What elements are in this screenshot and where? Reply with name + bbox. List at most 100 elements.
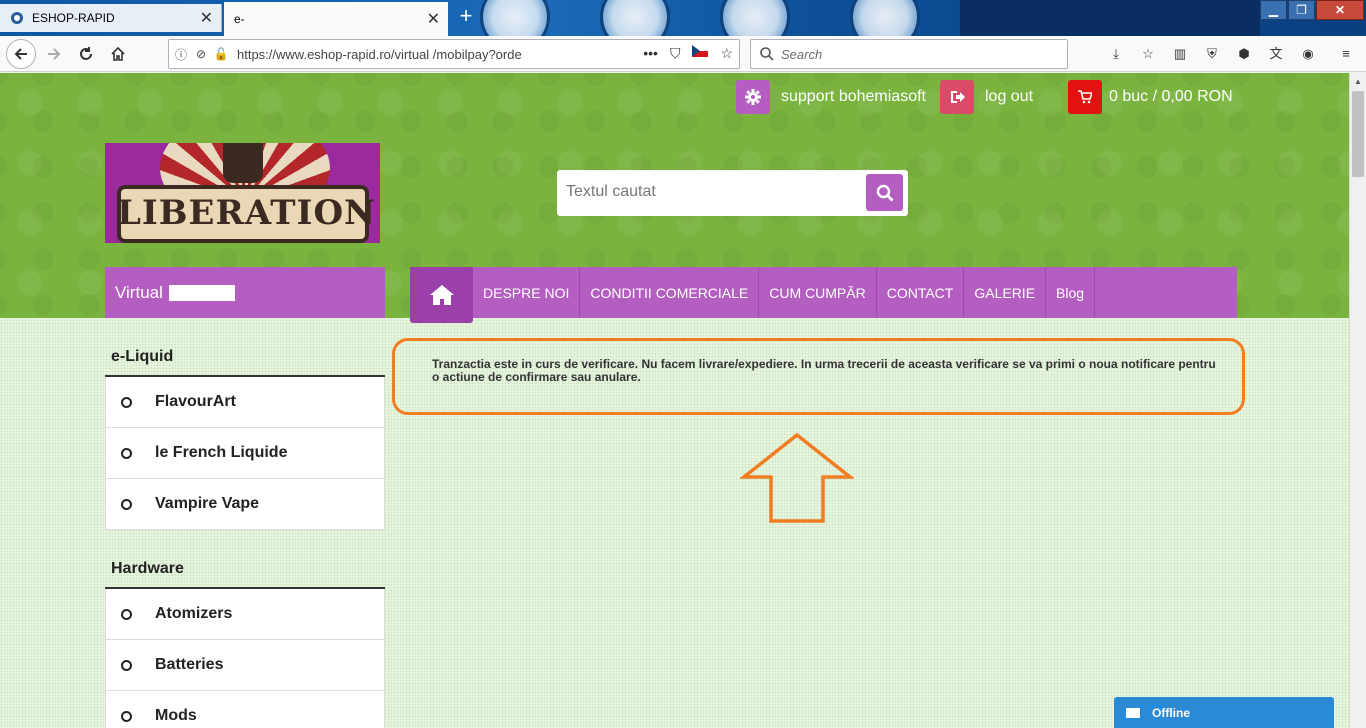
nav-conditii-comerciale[interactable]: CONDITII COMERCIALE [580, 267, 760, 318]
address-bar[interactable]: ⓘ ⊘ 🔓 https://www.eshop-rapid.ro/virtual… [168, 39, 740, 69]
tab-title: e- [234, 12, 245, 26]
gear-icon [736, 80, 770, 114]
category-dropdown[interactable]: Virtual [105, 267, 385, 318]
download-icon[interactable]: ⤓ [1106, 44, 1126, 64]
sidebar-item-label: Batteries [155, 656, 224, 673]
browser-tab-bar: ESHOP-RAPID ✕ e- ✕ + ▁ ❐ ✕ [0, 0, 1366, 36]
sidebar-list-e-liquid: FlavourArt le French Liquide Vampire Vap… [105, 375, 385, 530]
new-tab-button[interactable]: + [456, 4, 476, 30]
back-button[interactable] [6, 39, 36, 69]
bullet-icon [121, 396, 132, 408]
chat-widget[interactable]: Offline [1114, 697, 1334, 728]
sidebar-item-label: FlavourArt [155, 393, 236, 410]
sidebar-item-label: Vampire Vape [155, 495, 260, 512]
reload-icon [80, 47, 92, 60]
ublock-icon[interactable]: ⛨ [1202, 44, 1222, 64]
cart-link[interactable]: 0 buc / 0,00 RON [1068, 80, 1233, 114]
scrollbar-thumb[interactable] [1352, 91, 1364, 177]
tab-title: ESHOP-RAPID [32, 11, 115, 25]
url-text[interactable]: https://www.eshop-rapid.ro/virtual /mobi… [237, 47, 597, 62]
logout-link[interactable]: log out [940, 80, 1033, 114]
sidebar-heading-hardware: Hardware [111, 560, 184, 577]
logout-label: log out [985, 88, 1034, 105]
redacted-text [168, 284, 235, 301]
reload-button[interactable] [72, 40, 100, 68]
nav-home-button[interactable] [410, 267, 473, 323]
home-button[interactable] [104, 40, 132, 68]
browser-search-bar[interactable]: Search [750, 39, 1068, 69]
pocket-icon[interactable]: ⛉ [670, 45, 681, 62]
bullet-icon [121, 659, 132, 671]
close-tab-icon[interactable]: ✕ [200, 8, 213, 28]
insecure-lock-icon[interactable]: 🔓 [213, 47, 229, 61]
site-search-input[interactable]: Textul cautat [566, 183, 656, 201]
maximize-window-button[interactable]: ❐ [1288, 0, 1315, 20]
info-icon[interactable]: ⓘ [173, 46, 189, 63]
page-actions-icon[interactable]: ••• [643, 45, 658, 62]
bullet-icon [121, 710, 132, 722]
site-search-button[interactable] [866, 174, 903, 211]
url-actions: ••• ⛉ ☆ [643, 45, 733, 62]
translate-icon[interactable]: 文 [1266, 44, 1286, 64]
bookmarks-icon[interactable]: ☆ [1138, 44, 1158, 64]
home-icon [429, 285, 454, 305]
nav-galerie[interactable]: GALERIE [964, 267, 1047, 318]
sidebar-item-vampire-vape[interactable]: Vampire Vape [105, 479, 385, 530]
nav-contact[interactable]: CONTACT [877, 267, 965, 318]
page-scrollbar[interactable]: ▲ [1349, 73, 1366, 728]
sidebar-item-mods[interactable]: Mods [105, 691, 385, 728]
sidebar-list-hardware: Atomizers Batteries Mods [105, 587, 385, 728]
home-icon [111, 46, 125, 61]
close-tab-icon[interactable]: ✕ [427, 9, 440, 29]
cart-summary: 0 buc / 0,00 RON [1109, 88, 1233, 105]
search-icon [760, 47, 774, 61]
scroll-up-icon[interactable]: ▲ [1354, 77, 1362, 86]
sidebar-icon[interactable]: ▥ [1170, 44, 1190, 64]
forward-button[interactable] [40, 40, 68, 68]
nav-despre-noi[interactable]: DESPRE NOI [473, 267, 581, 318]
search-placeholder: Search [781, 46, 823, 62]
background-decoration [720, 0, 790, 36]
tab-eshop-rapid[interactable]: ESHOP-RAPID ✕ [0, 4, 222, 32]
sidebar-item-atomizers[interactable]: Atomizers [105, 589, 385, 640]
logo-text: LIBERATION [117, 193, 377, 233]
highlight-outline [392, 338, 1245, 415]
bullet-icon [121, 447, 132, 459]
logout-icon [940, 80, 974, 114]
site-search-box: Textul cautat [557, 170, 908, 216]
main-navigation: DESPRE NOI CONDITII COMERCIALE CUM CUMPĂ… [410, 267, 1237, 323]
nav-cum-cumpar[interactable]: CUM CUMPĂR [759, 267, 877, 318]
browser-nav-bar: ⓘ ⊘ 🔓 https://www.eshop-rapid.ro/virtual… [0, 36, 1366, 72]
sidebar-item-le-french-liquide[interactable]: le French Liquide [105, 428, 385, 479]
logo-fist [223, 143, 263, 183]
account-icon[interactable]: ◉ [1298, 44, 1318, 64]
sidebar-item-label: le French Liquide [155, 444, 288, 461]
support-label: support bohemiasoft [781, 88, 926, 105]
background-decoration [480, 0, 550, 36]
nav-blog[interactable]: Blog [1046, 267, 1096, 318]
minimize-window-button[interactable]: ▁ [1260, 0, 1287, 20]
sidebar-item-batteries[interactable]: Batteries [105, 640, 385, 691]
arrow-left-icon [14, 48, 27, 60]
site-logo[interactable]: LIBERATION [105, 143, 380, 243]
adblock-icon[interactable]: ⬢ [1234, 44, 1254, 64]
up-arrow-annotation [740, 432, 854, 523]
chat-status: Offline [1152, 705, 1190, 720]
bookmark-star-icon[interactable]: ☆ [720, 45, 733, 62]
bullet-icon [121, 608, 132, 620]
sidebar-item-flavourart[interactable]: FlavourArt [105, 377, 385, 428]
bullet-icon [121, 498, 132, 510]
background-decoration [600, 0, 670, 36]
menu-icon[interactable]: ≡ [1336, 44, 1356, 64]
background-decoration [850, 0, 920, 36]
tracking-protection-icon[interactable]: ⊘ [193, 47, 209, 61]
sidebar-heading-e-liquid: e-Liquid [111, 348, 174, 365]
site-header: support bohemiasoft log out 0 buc / 0,00… [0, 73, 1349, 323]
czech-flag-icon[interactable] [692, 45, 709, 57]
category-label: Virtual [115, 282, 163, 302]
support-link[interactable]: support bohemiasoft [736, 80, 926, 114]
shield-favicon-icon [11, 12, 23, 24]
tab-active[interactable]: e- ✕ [224, 2, 448, 36]
close-window-button[interactable]: ✕ [1316, 0, 1364, 20]
sidebar-item-label: Atomizers [155, 605, 233, 622]
